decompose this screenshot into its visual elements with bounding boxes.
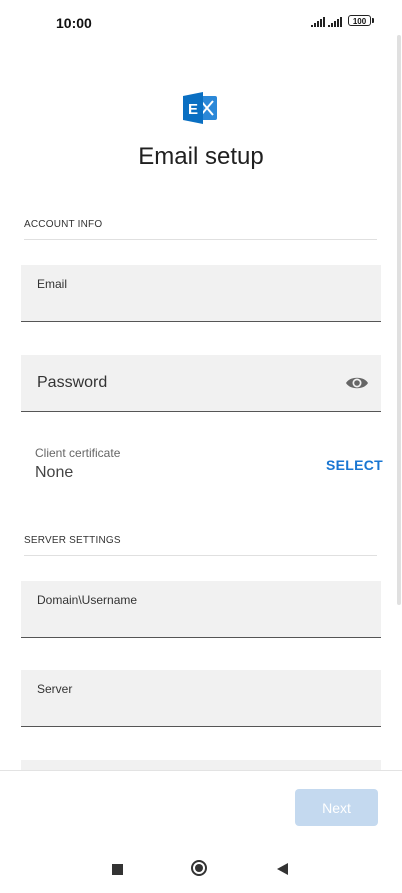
show-password-icon[interactable]: [345, 374, 369, 392]
battery-nub: [372, 18, 374, 23]
client-certificate-label: Client certificate: [35, 446, 121, 460]
exchange-logo-icon: E: [183, 92, 217, 124]
status-bar: 10:00 100: [0, 0, 402, 44]
svg-text:E: E: [188, 101, 198, 118]
account-info-divider: [24, 239, 377, 240]
email-field-label: Email: [37, 277, 68, 291]
server-settings-divider: [24, 555, 377, 556]
domain-username-label: Domain\Username: [37, 593, 138, 607]
status-time: 10:00: [56, 15, 92, 31]
password-field-label: Password: [37, 374, 108, 391]
account-info-label: ACCOUNT INFO: [24, 219, 103, 230]
select-certificate-button[interactable]: SELECT: [326, 457, 383, 473]
server-settings-label: SERVER SETTINGS: [24, 535, 121, 546]
signal-icon-2: [328, 17, 342, 27]
back-icon[interactable]: [277, 863, 288, 875]
page-title: Email setup: [138, 143, 264, 170]
email-field[interactable]: Email: [21, 265, 381, 322]
password-field[interactable]: Password: [21, 355, 381, 412]
signal-icon: [311, 17, 325, 27]
home-icon[interactable]: [191, 860, 207, 876]
server-field-label: Server: [37, 682, 73, 696]
scrollbar[interactable]: [397, 35, 401, 605]
recents-icon[interactable]: [112, 864, 123, 875]
domain-username-field[interactable]: Domain\Username: [21, 581, 381, 638]
server-field[interactable]: Server: [21, 670, 381, 727]
battery-icon: 100: [348, 15, 371, 26]
client-certificate-value: None: [35, 464, 74, 481]
next-button[interactable]: Next: [295, 789, 378, 826]
